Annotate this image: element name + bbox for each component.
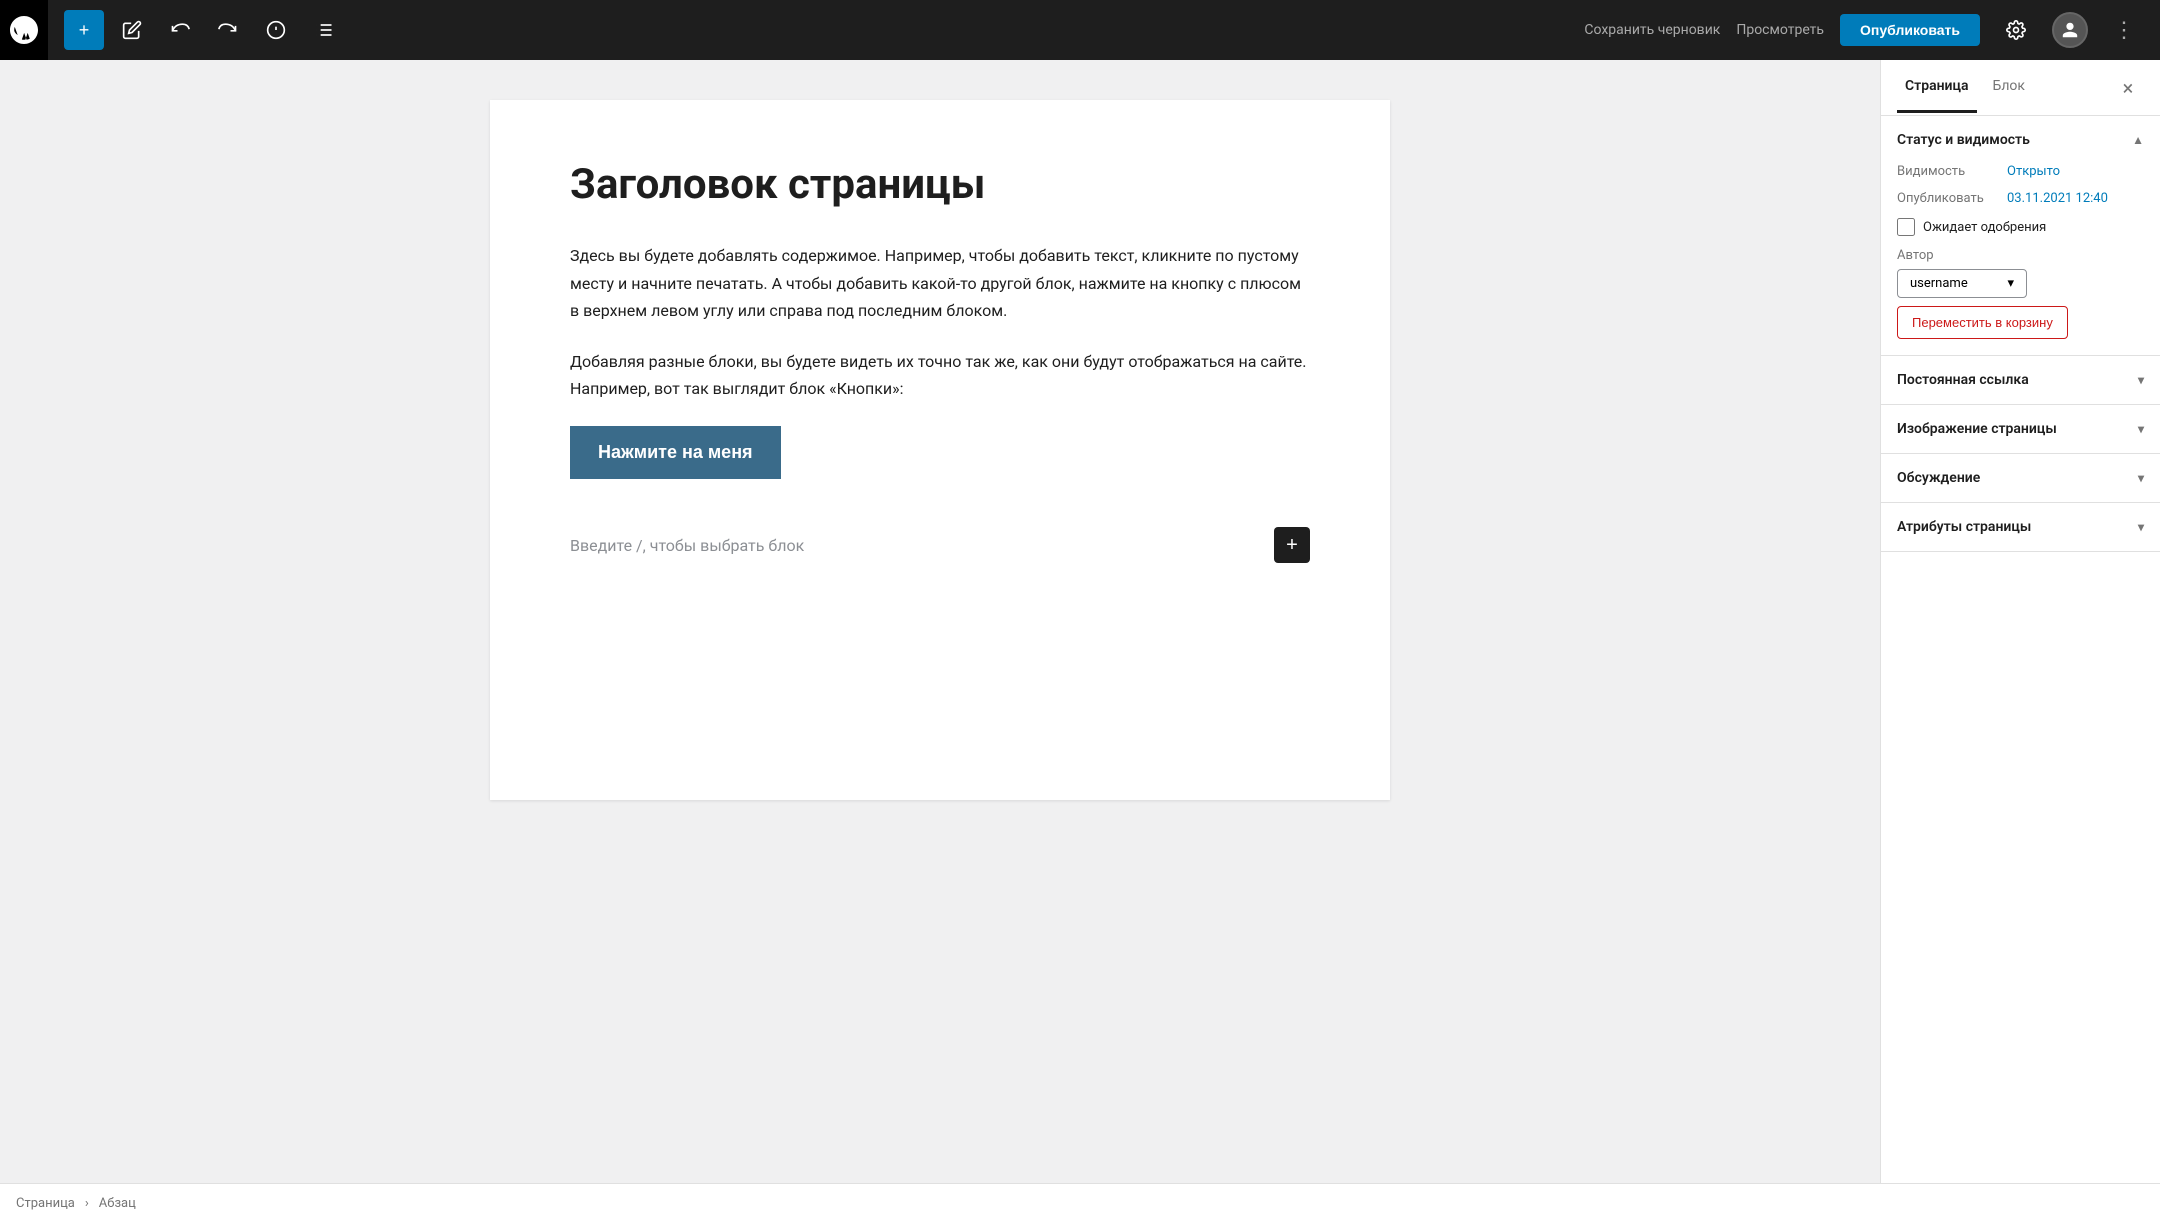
status-visibility-section: Статус и видимость ▲ Видимость Открыто О… (1881, 116, 2160, 356)
main-toolbar: + Сохранить черновик Просмотреть Опублик… (0, 0, 2160, 60)
breadcrumb-paragraph[interactable]: Абзац (99, 1196, 136, 1211)
featured-image-title: Изображение страницы (1897, 421, 2057, 437)
redo-button[interactable] (208, 10, 248, 50)
undo-button[interactable] (160, 10, 200, 50)
save-draft-link[interactable]: Сохранить черновик (1584, 22, 1720, 38)
permalink-chevron-icon: ▾ (2138, 373, 2144, 387)
author-value: username (1910, 276, 1968, 291)
publish-label: Опубликовать (1897, 191, 2007, 206)
author-select[interactable]: username ▾ (1897, 269, 2027, 298)
paragraph-2[interactable]: Добавляя разные блоки, вы будете видеть … (570, 348, 1310, 402)
add-block-button[interactable]: + (64, 10, 104, 50)
sidebar-header: Страница Блок × (1881, 60, 2160, 116)
discussion-chevron-icon: ▾ (2138, 471, 2144, 485)
editor-canvas: Заголовок страницы Здесь вы будете добав… (490, 100, 1390, 800)
tab-block[interactable]: Блок (1985, 62, 2033, 113)
page-attributes-header[interactable]: Атрибуты страницы ▾ (1881, 503, 2160, 551)
settings-button[interactable] (1996, 10, 2036, 50)
wp-logo[interactable] (0, 0, 48, 60)
pending-row: Ожидает одобрения (1897, 218, 2144, 236)
permalink-section: Постоянная ссылка ▾ (1881, 356, 2160, 405)
sidebar-close-button[interactable]: × (2112, 72, 2144, 104)
permalink-header[interactable]: Постоянная ссылка ▾ (1881, 356, 2160, 404)
pending-checkbox[interactable] (1897, 218, 1915, 236)
author-chevron-icon: ▾ (2007, 276, 2014, 291)
page-attributes-title: Атрибуты страницы (1897, 519, 2031, 535)
preview-link[interactable]: Просмотреть (1736, 22, 1824, 38)
discussion-title: Обсуждение (1897, 470, 1980, 486)
details-button[interactable] (256, 10, 296, 50)
featured-image-header[interactable]: Изображение страницы ▾ (1881, 405, 2160, 453)
add-block-row: Введите /, чтобы выбрать блок + (570, 527, 1310, 563)
example-button[interactable]: Нажмите на меня (570, 426, 781, 479)
add-block-inline-button[interactable]: + (1274, 527, 1310, 563)
visibility-label: Видимость (1897, 164, 2007, 179)
page-attributes-chevron-icon: ▾ (2138, 520, 2144, 534)
author-label: Автор (1897, 248, 2144, 263)
publish-row: Опубликовать 03.11.2021 12:40 (1897, 191, 2144, 206)
breadcrumb-page[interactable]: Страница (16, 1196, 75, 1211)
status-chevron-icon: ▲ (2132, 133, 2144, 147)
visibility-value[interactable]: Открыто (2007, 164, 2060, 179)
status-section-title: Статус и видимость (1897, 132, 2030, 148)
discussion-section: Обсуждение ▾ (1881, 454, 2160, 503)
author-container: Автор username ▾ (1897, 248, 2144, 298)
permalink-title: Постоянная ссылка (1897, 372, 2029, 388)
featured-image-chevron-icon: ▾ (2138, 422, 2144, 436)
main-layout: Заголовок страницы Здесь вы будете добав… (0, 60, 2160, 1183)
sidebar: Страница Блок × Статус и видимость ▲ Вид… (1880, 60, 2160, 1183)
list-view-button[interactable] (304, 10, 344, 50)
status-section-header[interactable]: Статус и видимость ▲ (1881, 116, 2160, 164)
publish-value[interactable]: 03.11.2021 12:40 (2007, 191, 2108, 206)
page-attributes-section: Атрибуты страницы ▾ (1881, 503, 2160, 552)
editor-area[interactable]: Заголовок страницы Здесь вы будете добав… (0, 60, 1880, 1183)
more-options-button[interactable]: ⋮ (2104, 10, 2144, 50)
breadcrumb-separator: › (85, 1196, 89, 1211)
featured-image-section: Изображение страницы ▾ (1881, 405, 2160, 454)
edit-button[interactable] (112, 10, 152, 50)
discussion-header[interactable]: Обсуждение ▾ (1881, 454, 2160, 502)
pending-label: Ожидает одобрения (1923, 220, 2046, 235)
add-block-placeholder: Введите /, чтобы выбрать блок (570, 536, 804, 555)
tab-page[interactable]: Страница (1897, 62, 1977, 113)
paragraph-1[interactable]: Здесь вы будете добавлять содержимое. На… (570, 242, 1310, 324)
bottom-bar: Страница › Абзац (0, 1183, 2160, 1223)
trash-button[interactable]: Переместить в корзину (1897, 306, 2068, 339)
page-title[interactable]: Заголовок страницы (570, 160, 1310, 210)
status-section-body: Видимость Открыто Опубликовать 03.11.202… (1881, 164, 2160, 355)
visibility-row: Видимость Открыто (1897, 164, 2144, 179)
user-avatar[interactable] (2052, 12, 2088, 48)
publish-button[interactable]: Опубликовать (1840, 14, 1980, 46)
